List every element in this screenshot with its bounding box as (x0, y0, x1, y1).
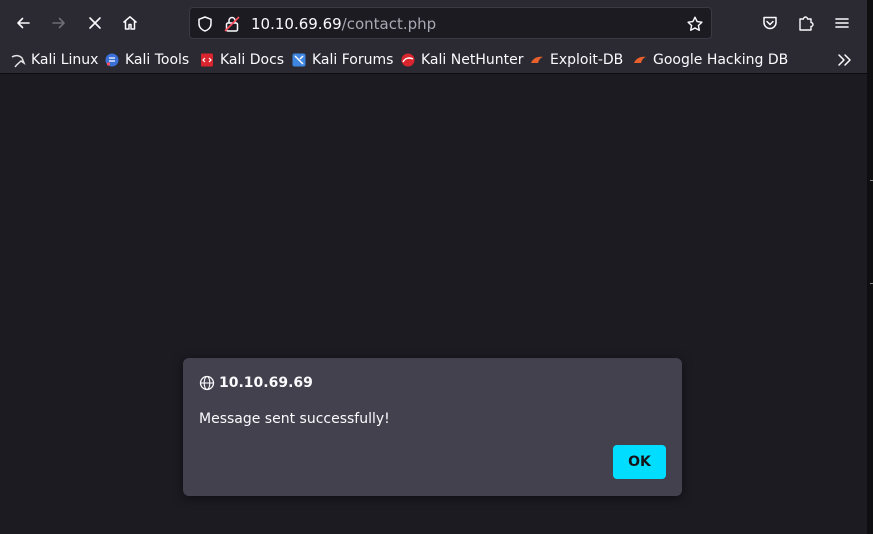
bookmark-kali-nethunter[interactable]: Kali NetHunter (400, 50, 523, 70)
extensions-button[interactable] (791, 8, 821, 38)
kali-nethunter-icon (400, 52, 416, 68)
ghdb-icon (632, 52, 648, 68)
bookmark-kali-forums[interactable]: Kali Forums (291, 50, 393, 70)
hamburger-menu-icon (835, 18, 849, 28)
bookmark-label: Kali Forums (312, 52, 394, 68)
url-host: 10.10.69.69 (251, 15, 342, 33)
forward-button[interactable] (44, 8, 74, 38)
bookmark-label: Kali NetHunter (421, 52, 524, 68)
window-edge (867, 0, 873, 534)
ok-button[interactable]: OK (613, 445, 666, 479)
arrow-right-icon (52, 17, 65, 29)
bookmark-kali-linux[interactable]: Kali Linux (10, 50, 98, 70)
kali-dragon-icon (10, 52, 26, 68)
dialog-message: Message sent successfully! (199, 411, 390, 427)
back-button[interactable] (8, 8, 38, 38)
dialog-origin: 10.10.69.69 (199, 374, 313, 392)
bookmark-label: Kali Linux (31, 52, 99, 68)
bookmark-label: Kali Docs (220, 52, 285, 68)
bookmarks-toolbar: Kali Linux Kali Tools Kali Docs Kali For… (0, 46, 867, 74)
stop-button[interactable] (80, 8, 110, 38)
menu-button[interactable] (827, 8, 857, 38)
bookmark-exploit-db[interactable]: Exploit-DB (529, 50, 623, 70)
exploit-db-icon (529, 52, 545, 68)
bookmark-google-hacking-db[interactable]: Google Hacking DB (632, 50, 788, 70)
kali-forums-icon (291, 52, 307, 68)
bookmark-label: Exploit-DB (550, 52, 624, 68)
puzzle-icon (799, 16, 814, 31)
navigation-toolbar: 10.10.69.69/contact.php (0, 0, 867, 46)
chevron-double-right-icon[interactable] (836, 52, 854, 68)
home-button[interactable] (115, 8, 145, 38)
arrow-left-icon (17, 17, 30, 29)
address-bar[interactable]: 10.10.69.69/contact.php (189, 7, 712, 39)
bookmark-kali-tools[interactable]: Kali Tools (104, 50, 189, 70)
star-icon[interactable] (686, 15, 704, 33)
url-path: /contact.php (341, 15, 437, 33)
close-icon (89, 17, 101, 29)
globe-icon (199, 375, 215, 391)
pocket-icon (763, 16, 777, 30)
dialog-origin-text: 10.10.69.69 (219, 375, 313, 391)
shield-icon[interactable] (196, 15, 214, 33)
bookmark-label: Google Hacking DB (653, 52, 789, 68)
insecure-lock-icon[interactable] (223, 15, 241, 33)
kali-docs-icon (199, 52, 215, 68)
alert-dialog: 10.10.69.69 Message sent successfully! O… (183, 358, 682, 496)
home-icon (123, 16, 137, 30)
browser-window: 10.10.69.69/contact.php Kali Linux Kali … (0, 0, 867, 534)
bookmark-kali-docs[interactable]: Kali Docs (199, 50, 284, 70)
url-text[interactable]: 10.10.69.69/contact.php (251, 15, 436, 33)
pocket-button[interactable] (755, 8, 785, 38)
kali-tools-icon (104, 52, 120, 68)
bookmark-label: Kali Tools (125, 52, 190, 68)
